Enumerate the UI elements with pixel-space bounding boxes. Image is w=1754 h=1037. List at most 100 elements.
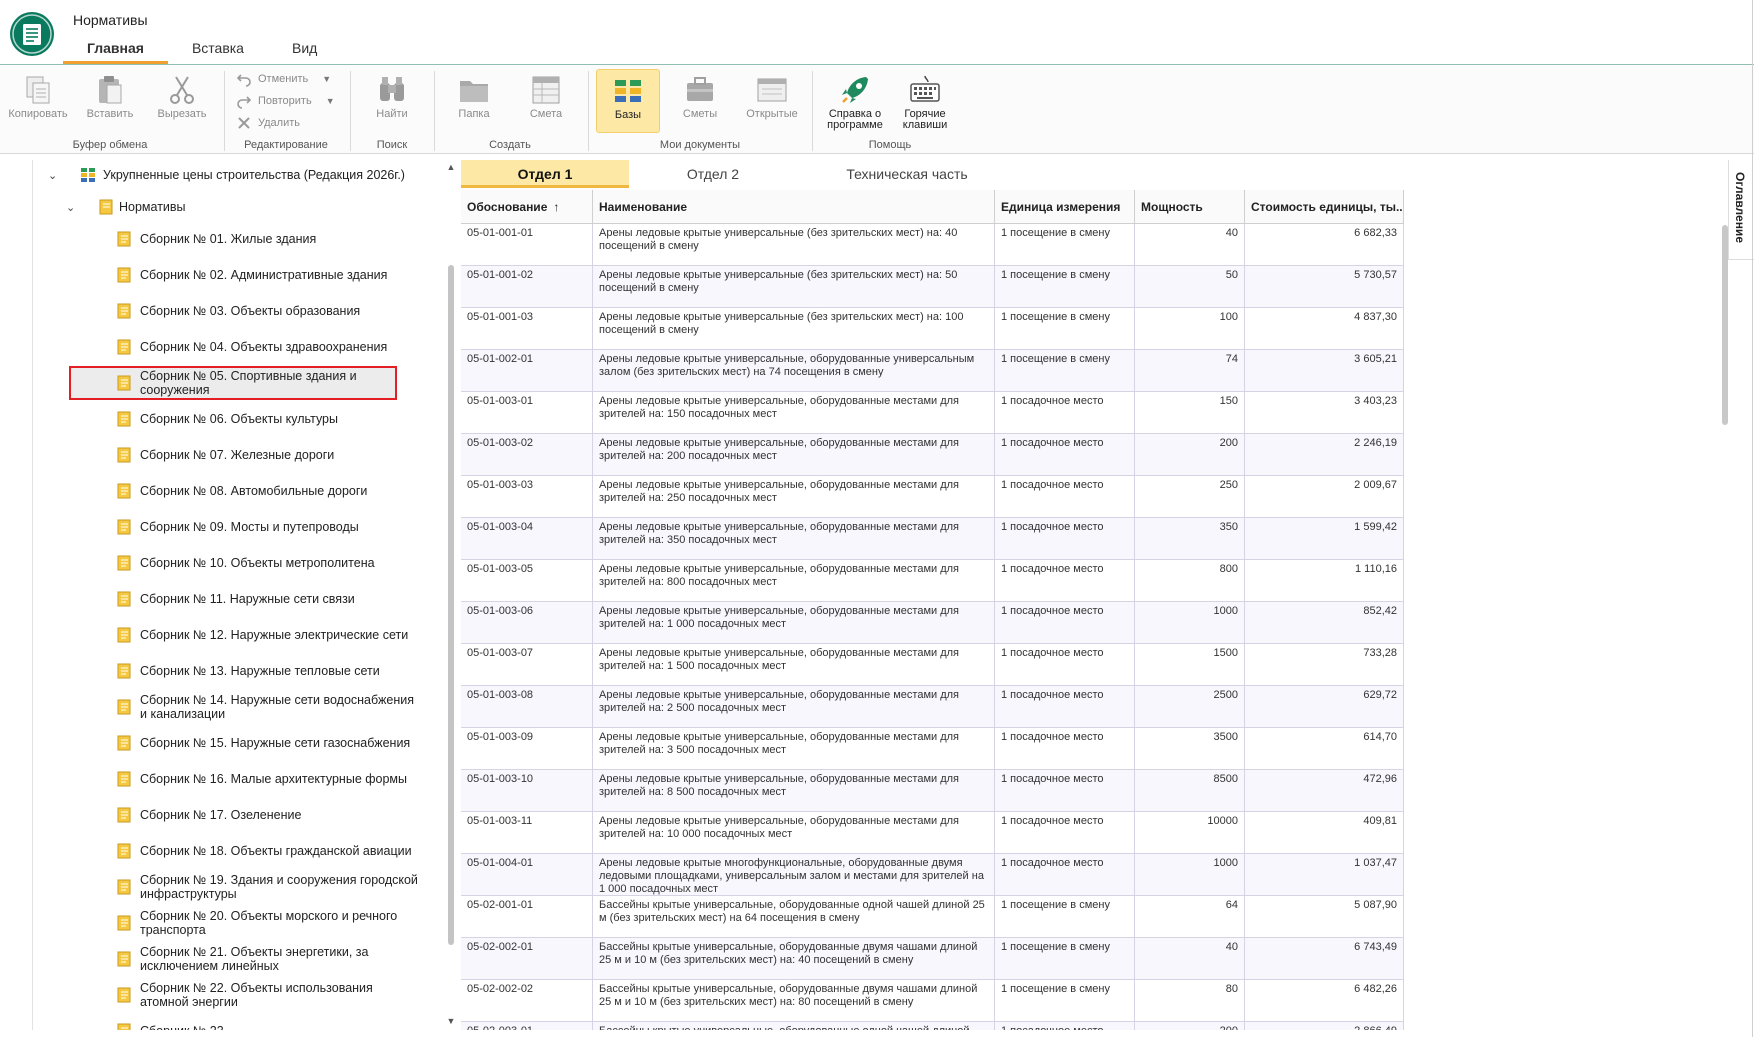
table-row[interactable]: 05-01-003-09 Арены ледовые крытые универс… — [461, 728, 1404, 770]
table-row[interactable]: 05-01-003-03 Арены ледовые крытые универс… — [461, 476, 1404, 518]
undo-button[interactable]: Отменить ▼ — [236, 69, 331, 89]
tree-item[interactable]: Сборник № 11. Наружные сети связи — [33, 584, 437, 614]
tree-item[interactable]: Сборник № 20. Объекты морского и речного… — [33, 908, 437, 938]
cell-name: Арены ледовые крытые универсальные, обор… — [593, 560, 995, 602]
paste-button[interactable]: Вставить — [78, 69, 142, 133]
tree-folder[interactable]: ⌄ Нормативы — [33, 192, 437, 222]
tree-item[interactable]: Сборник № 22. Объекты использования атом… — [33, 980, 437, 1010]
tab-section-2[interactable]: Отдел 2 — [629, 160, 797, 188]
tree-item[interactable]: Сборник № 09. Мосты и путепроводы — [33, 512, 437, 542]
table-row[interactable]: 05-02-002-01 Бассейны крытые универсальны… — [461, 938, 1404, 980]
table-row[interactable]: 05-01-001-01 Арены ледовые крытые универс… — [461, 224, 1404, 266]
tree-item[interactable]: Сборник № 23. — [33, 1016, 437, 1030]
tab-technical-part[interactable]: Техническая часть — [797, 160, 1017, 188]
table-row[interactable]: 05-01-003-07 Арены ледовые крытые универс… — [461, 644, 1404, 686]
new-folder-button[interactable]: Папка — [442, 69, 506, 133]
cell-unit: 1 посадочное место — [995, 644, 1135, 686]
chevron-down-icon[interactable]: ⌄ — [66, 201, 75, 214]
cell-capacity: 2500 — [1135, 686, 1245, 728]
tree-item[interactable]: Сборник № 08. Автомобильные дороги — [33, 476, 437, 506]
tree-item[interactable]: Сборник № 01. Жилые здания — [33, 224, 437, 254]
column-header-basis[interactable]: Обоснование ↑ — [461, 190, 593, 224]
cell-unit-cost: 629,72 — [1245, 686, 1404, 728]
redo-dropdown-icon[interactable]: ▼ — [326, 96, 335, 106]
cell-basis: 05-01-001-03 — [461, 308, 593, 350]
column-header-name[interactable]: Наименование — [593, 190, 995, 224]
tree-item[interactable]: Сборник № 07. Железные дороги — [33, 440, 437, 470]
tree-item[interactable]: Сборник № 04. Объекты здравоохранения — [33, 332, 437, 362]
undo-dropdown-icon[interactable]: ▼ — [322, 74, 331, 84]
redo-button[interactable]: Повторить ▼ — [236, 91, 335, 111]
table-row[interactable]: 05-01-001-02 Арены ледовые крытые универс… — [461, 266, 1404, 308]
about-button[interactable]: Справка о программе — [820, 69, 890, 133]
copy-label: Копировать — [8, 108, 68, 120]
chevron-down-icon[interactable]: ⌄ — [48, 169, 57, 182]
table-row[interactable]: 05-02-002-02 Бассейны крытые универсальны… — [461, 980, 1404, 1022]
book-icon — [117, 555, 131, 571]
table-row[interactable]: 05-02-003-01Бассейны крытые универсальны… — [461, 1022, 1404, 1030]
tree-item-label: Сборник № 15. Наружные сети газоснабжени… — [140, 736, 411, 750]
opened-button[interactable]: Открытые — [740, 69, 804, 133]
table-header: Обоснование ↑ Наименование Единица измере… — [461, 190, 1404, 224]
cell-capacity: 1000 — [1135, 602, 1245, 644]
tree-item-label: Сборник № 22. Объекты использования атом… — [140, 981, 373, 1009]
tree-scrollbar[interactable]: ▲ ▼ — [446, 160, 456, 1030]
cell-name: Арены ледовые крытые универсальные (без … — [593, 266, 995, 308]
copy-button[interactable]: Копировать — [6, 69, 70, 133]
column-header-unit-cost[interactable]: Стоимость единицы, ты... — [1245, 190, 1404, 224]
table-row[interactable]: 05-01-003-02 Арены ледовые крытые универс… — [461, 434, 1404, 476]
tree-item-label: Сборник № 01. Жилые здания — [140, 232, 317, 246]
book-icon — [117, 303, 131, 319]
tree-item[interactable]: Сборник № 02. Административные здания — [33, 260, 437, 290]
tree-item[interactable]: Сборник № 18. Объекты гражданской авиаци… — [33, 836, 437, 866]
scroll-down-icon[interactable]: ▼ — [446, 1016, 456, 1026]
tree-item[interactable]: Сборник № 17. Озеленение — [33, 800, 437, 830]
table-row[interactable]: 05-01-003-06 Арены ледовые крытые универс… — [461, 602, 1404, 644]
tree-item[interactable]: Сборник № 12. Наружные электрические сет… — [33, 620, 437, 650]
menu-tab-view[interactable]: Вид — [268, 36, 341, 64]
tree-item[interactable]: Сборник № 16. Малые архитектурные формы — [33, 764, 437, 794]
tree-item[interactable]: Сборник № 15. Наружные сети газоснабжени… — [33, 728, 437, 758]
column-header-unit[interactable]: Единица измерения — [995, 190, 1135, 224]
hotkeys-button[interactable]: Горячие клавиши — [892, 69, 958, 133]
column-header-capacity[interactable]: Мощность — [1135, 190, 1245, 224]
menu-tab-home[interactable]: Главная — [63, 36, 168, 64]
table-row[interactable]: 05-01-001-03 Арены ледовые крытые универс… — [461, 308, 1404, 350]
tree-item[interactable]: Сборник № 21. Объекты энергетики, за иск… — [33, 944, 437, 974]
table-row[interactable]: 05-01-003-01 Арены ледовые крытые универс… — [461, 392, 1404, 434]
tree-item[interactable]: Сборник № 03. Объекты образования — [33, 296, 437, 326]
table-row[interactable]: 05-01-002-01 Арены ледовые крытые универс… — [461, 350, 1404, 392]
tree-item[interactable]: Сборник № 19. Здания и сооружения городс… — [33, 872, 437, 902]
tree-item[interactable]: Сборник № 06. Объекты культуры — [33, 404, 437, 434]
cell-capacity: 150 — [1135, 392, 1245, 434]
tab-section-1[interactable]: Отдел 1 — [461, 160, 629, 188]
tree-item[interactable]: Сборник № 14. Наружные сети водоснабжени… — [33, 692, 437, 722]
ribbon-separator — [224, 71, 225, 151]
cut-button[interactable]: Вырезать — [150, 69, 214, 133]
delete-button[interactable]: Удалить — [236, 113, 300, 133]
table-row[interactable]: 05-01-003-04 Арены ледовые крытые универс… — [461, 518, 1404, 560]
table-row[interactable]: 05-01-003-11 Арены ледовые крытые универс… — [461, 812, 1404, 854]
tree-item[interactable]: Сборник № 05. Спортивные здания и сооруж… — [69, 366, 397, 400]
bases-button[interactable]: Базы — [596, 69, 660, 133]
sort-arrow-up-icon[interactable]: ↑ — [553, 200, 559, 214]
keyboard-icon — [910, 75, 940, 102]
menu-tab-insert[interactable]: Вставка — [168, 36, 268, 64]
scroll-thumb[interactable] — [448, 265, 454, 945]
scroll-up-icon[interactable]: ▲ — [446, 162, 456, 172]
tree-item-label: Сборник № 05. Спортивные здания и сооруж… — [140, 369, 357, 397]
tree-item[interactable]: Сборник № 10. Объекты метрополитена — [33, 548, 437, 578]
app-logo[interactable] — [10, 12, 54, 56]
new-estimate-button[interactable]: Смета — [514, 69, 578, 133]
table-row[interactable]: 05-01-003-05 Арены ледовые крытые универс… — [461, 560, 1404, 602]
find-button[interactable]: Найти — [360, 69, 424, 133]
tree-root[interactable]: ⌄ Укрупненные цены строительства (Редакц… — [33, 160, 437, 190]
tree-item-label: Сборник № 20. Объекты морского и речного… — [140, 909, 398, 937]
tree-item[interactable]: Сборник № 13. Наружные тепловые сети — [33, 656, 437, 686]
table-row[interactable]: 05-02-001-01 Бассейны крытые универсальны… — [461, 896, 1404, 938]
table-row[interactable]: 05-01-003-10 Арены ледовые крытые универс… — [461, 770, 1404, 812]
contents-side-tab[interactable]: Оглавление — [1728, 160, 1754, 260]
table-row[interactable]: 05-01-003-08 Арены ледовые крытые универс… — [461, 686, 1404, 728]
table-row[interactable]: 05-01-004-01 Арены ледовые крытые многофу… — [461, 854, 1404, 896]
estimates-button[interactable]: Сметы — [668, 69, 732, 133]
